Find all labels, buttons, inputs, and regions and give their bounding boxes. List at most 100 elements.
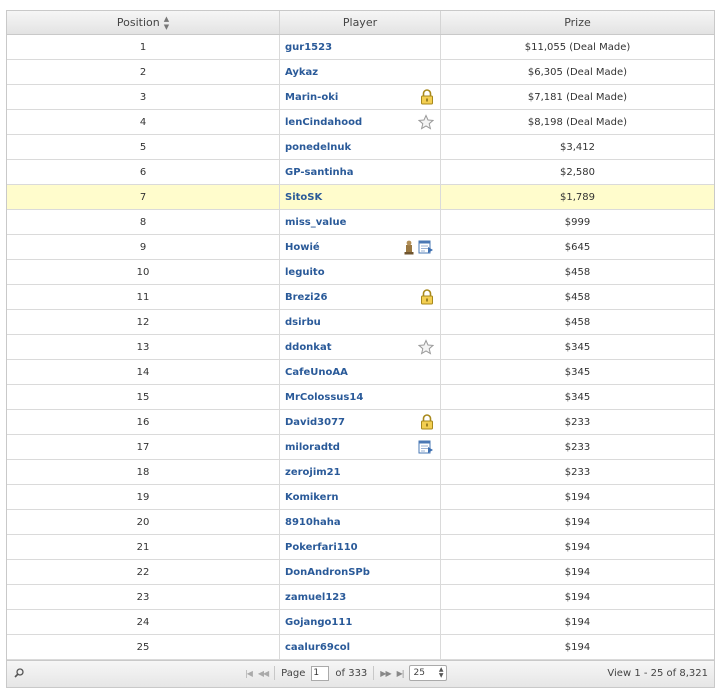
player-link[interactable]: zamuel123 (285, 592, 346, 603)
cell-player: ponedelnuk (280, 135, 441, 159)
table-row[interactable]: 25 caalur69col $194 (7, 635, 714, 660)
cell-player: miloradtd (280, 435, 441, 459)
sort-ascending-icon: ▲ ▼ (163, 14, 170, 31)
pager-divider (373, 666, 375, 680)
player-link[interactable]: Howié (285, 242, 320, 253)
trophy-icon (403, 239, 415, 255)
player-link[interactable]: David3077 (285, 417, 345, 428)
page-size-select[interactable]: 25 ▲ ▼ (409, 665, 448, 681)
table-row[interactable]: 7 SitoSK $1,789 (7, 185, 714, 210)
next-page-icon[interactable]: ▶▶ (380, 669, 391, 678)
page-number-input[interactable] (311, 665, 330, 681)
table-row[interactable]: 23 zamuel123 $194 (7, 585, 714, 610)
player-link[interactable]: Aykaz (285, 67, 318, 78)
cell-position: 15 (7, 385, 280, 409)
table-row[interactable]: 17 miloradtd $233 (7, 435, 714, 460)
cell-position: 22 (7, 560, 280, 584)
table-row[interactable]: 2 Aykaz $6,305 (Deal Made) (7, 60, 714, 85)
player-link[interactable]: Marin-oki (285, 92, 338, 103)
table-row[interactable]: 10 leguito $458 (7, 260, 714, 285)
table-row[interactable]: 13 ddonkat $345 (7, 335, 714, 360)
player-link[interactable]: 8910haha (285, 517, 341, 528)
player-link[interactable]: leguito (285, 267, 325, 278)
cell-player: 8910haha (280, 510, 441, 534)
table-row[interactable]: 3 Marin-oki $7,181 (Deal Made) (7, 85, 714, 110)
schedule-icon[interactable] (418, 439, 434, 455)
cell-position: 9 (7, 235, 280, 259)
previous-page-icon[interactable]: ◀◀ (258, 669, 269, 678)
column-header-player[interactable]: Player (280, 11, 441, 34)
player-link[interactable]: lenCindahood (285, 117, 362, 128)
pager-controls: |◀ ◀◀ Page of 333 ▶▶ ▶| 25 ▲▼ (245, 665, 448, 681)
cell-player: David3077 (280, 410, 441, 434)
table-row[interactable]: 16 David3077 $233 (7, 410, 714, 435)
table-row[interactable]: 1 gur1523 $11,055 (Deal Made) (7, 35, 714, 60)
column-label-prize: Prize (564, 16, 591, 29)
table-row[interactable]: 20 8910haha $194 (7, 510, 714, 535)
table-row[interactable]: 24 Gojango111 $194 (7, 610, 714, 635)
player-link[interactable]: CafeUnoAA (285, 367, 348, 378)
cell-player: miss_value (280, 210, 441, 234)
cell-prize: $194 (564, 641, 591, 653)
player-status-icons (420, 289, 434, 305)
player-link[interactable]: ponedelnuk (285, 142, 351, 153)
cell-player: Komikern (280, 485, 441, 509)
cell-prize: $999 (564, 216, 591, 228)
cell-prize: $345 (564, 341, 591, 353)
column-label-position: Position (116, 16, 160, 29)
player-link[interactable]: caalur69col (285, 642, 350, 653)
player-status-icons (403, 239, 434, 255)
player-link[interactable]: zerojim21 (285, 467, 341, 478)
table-row[interactable]: 4 lenCindahood $8,198 (Deal Made) (7, 110, 714, 135)
cell-player: Pokerfari110 (280, 535, 441, 559)
player-link[interactable]: dsirbu (285, 317, 321, 328)
cell-position: 11 (7, 285, 280, 309)
player-link[interactable]: miss_value (285, 217, 346, 228)
pager-bar: |◀ ◀◀ Page of 333 ▶▶ ▶| 25 ▲▼ View 1 - 2… (7, 660, 714, 687)
cell-position: 5 (7, 135, 280, 159)
table-row[interactable]: 9 Howié $645 (7, 235, 714, 260)
player-status-icons (420, 89, 434, 105)
player-link[interactable]: Komikern (285, 492, 339, 503)
table-row[interactable]: 5 ponedelnuk $3,412 (7, 135, 714, 160)
player-link[interactable]: Brezi26 (285, 292, 328, 303)
cell-position: 1 (7, 35, 280, 59)
player-link[interactable]: MrColossus14 (285, 392, 363, 403)
cell-prize: $233 (564, 416, 591, 428)
table-row[interactable]: 6 GP-santinha $2,580 (7, 160, 714, 185)
page-size-value: 25 (413, 668, 425, 678)
player-link[interactable]: miloradtd (285, 442, 340, 453)
cell-player: SitoSK (280, 185, 441, 209)
lock-icon (420, 89, 434, 105)
player-link[interactable]: SitoSK (285, 192, 322, 203)
column-label-player: Player (342, 16, 378, 29)
table-row[interactable]: 21 Pokerfari110 $194 (7, 535, 714, 560)
schedule-icon[interactable] (418, 239, 434, 255)
table-row[interactable]: 14 CafeUnoAA $345 (7, 360, 714, 385)
player-link[interactable]: Pokerfari110 (285, 542, 358, 553)
player-link[interactable]: ddonkat (285, 342, 331, 353)
column-header-position[interactable]: Position ▲ ▼ (7, 11, 280, 34)
player-link[interactable]: DonAndronSPb (285, 567, 370, 578)
cell-prize: $7,181 (Deal Made) (527, 91, 628, 103)
table-row[interactable]: 11 Brezi26 $458 (7, 285, 714, 310)
search-icon[interactable] (14, 668, 24, 681)
cell-position: 8 (7, 210, 280, 234)
cell-prize: $194 (564, 491, 591, 503)
cell-prize: $345 (564, 366, 591, 378)
column-header-prize[interactable]: Prize (441, 11, 714, 34)
table-row[interactable]: 18 zerojim21 $233 (7, 460, 714, 485)
table-row[interactable]: 22 DonAndronSPb $194 (7, 560, 714, 585)
player-link[interactable]: GP-santinha (285, 167, 354, 178)
last-page-icon[interactable]: ▶| (397, 669, 405, 678)
cell-player: CafeUnoAA (280, 360, 441, 384)
first-page-icon[interactable]: |◀ (245, 669, 253, 678)
table-row[interactable]: 8 miss_value $999 (7, 210, 714, 235)
cell-position: 10 (7, 260, 280, 284)
cell-player: zamuel123 (280, 585, 441, 609)
player-link[interactable]: gur1523 (285, 42, 332, 53)
table-row[interactable]: 15 MrColossus14 $345 (7, 385, 714, 410)
table-row[interactable]: 19 Komikern $194 (7, 485, 714, 510)
table-row[interactable]: 12 dsirbu $458 (7, 310, 714, 335)
player-link[interactable]: Gojango111 (285, 617, 352, 628)
